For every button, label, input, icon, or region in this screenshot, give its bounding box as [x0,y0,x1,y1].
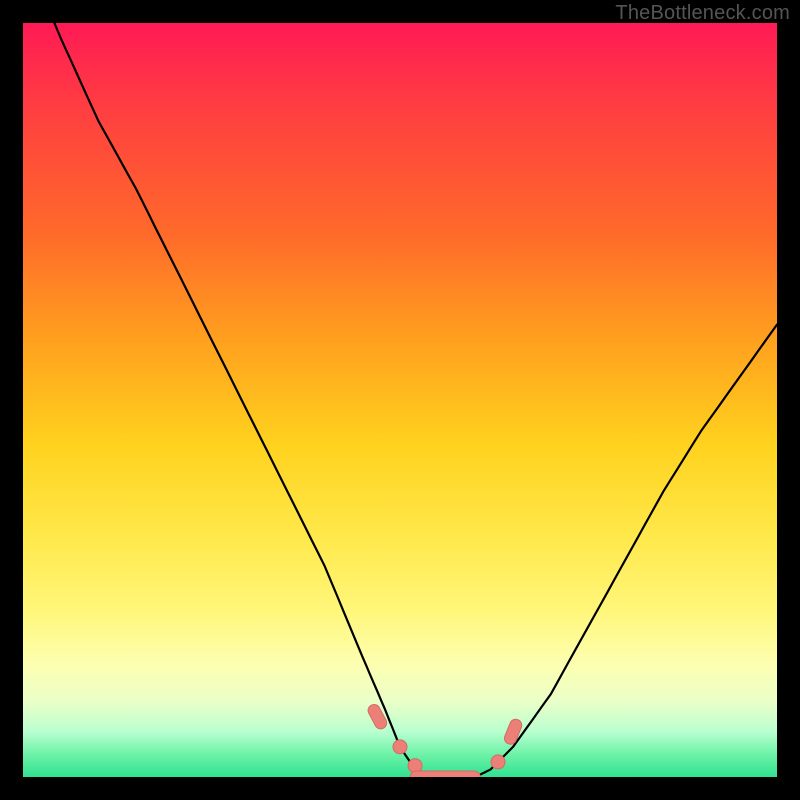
plot-area [23,23,777,777]
chart-svg [23,23,777,777]
chart-markers [366,702,524,777]
watermark-text: TheBottleneck.com [615,2,790,25]
data-marker [393,740,407,754]
data-marker [503,717,524,746]
data-marker [366,702,389,731]
data-marker [491,755,505,769]
bottleneck-curve [23,23,777,777]
chart-frame: TheBottleneck.com [0,0,800,800]
data-marker [410,771,480,777]
